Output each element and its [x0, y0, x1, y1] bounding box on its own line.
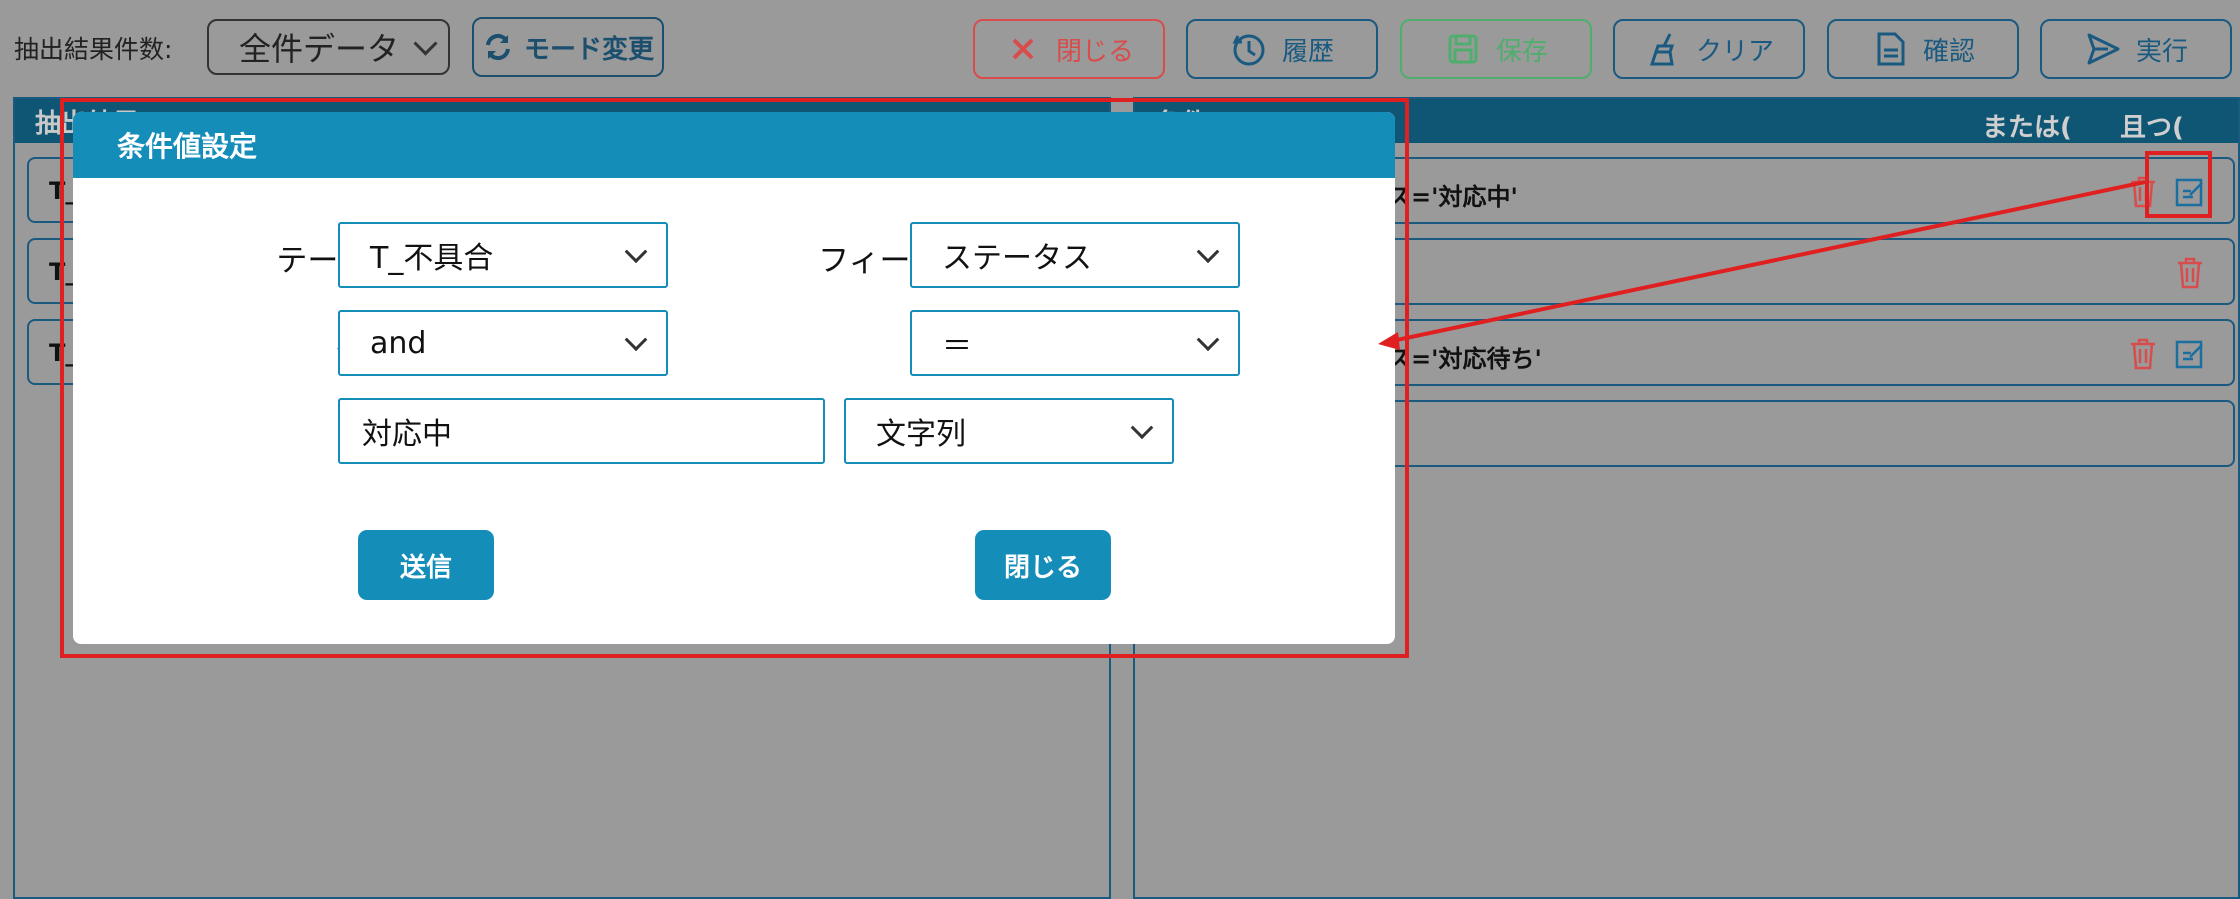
send-button[interactable]: 送信	[358, 530, 494, 600]
broom-icon	[1649, 33, 1675, 66]
history-button[interactable]: 履歴	[1186, 19, 1378, 79]
process-select[interactable]: and	[338, 310, 668, 376]
extract-count-select[interactable]: 全件データ	[207, 19, 450, 75]
save-button-label: 保存	[1495, 36, 1548, 67]
condition-text: ス='対応待ち'	[1387, 345, 1542, 373]
chevron-down-icon	[413, 31, 438, 56]
document-icon	[1877, 32, 1905, 66]
extract-count-value: 全件データ	[239, 30, 400, 68]
field-select[interactable]: ステータス	[910, 222, 1240, 288]
chevron-down-icon	[624, 240, 648, 264]
close-button-label: 閉じる	[1055, 36, 1134, 67]
chevron-down-icon	[1196, 240, 1220, 264]
mode-change-label: モード変更	[523, 34, 654, 65]
chevron-down-icon	[1130, 416, 1154, 440]
close-button[interactable]: 閉じる	[973, 19, 1165, 79]
trash-icon[interactable]	[2174, 256, 2206, 290]
confirm-button-label: 確認	[1922, 36, 1975, 67]
table-select[interactable]: T_不具合	[338, 222, 668, 288]
run-button-label: 実行	[2135, 36, 2188, 67]
table-select-value: T_不具合	[370, 241, 494, 276]
process-select-value: and	[370, 325, 427, 361]
or-open-option[interactable]: または(	[1982, 107, 2072, 144]
clear-button-label: クリア	[1695, 36, 1774, 67]
value-input[interactable]: 対応中	[338, 398, 825, 464]
compare-select-value: ＝	[942, 329, 972, 364]
value-type-select-value: 文字列	[876, 417, 966, 452]
chevron-down-icon	[1196, 328, 1220, 352]
value-input-text: 対応中	[362, 417, 452, 452]
dialog-title: 条件値設定	[117, 130, 258, 163]
chevron-down-icon	[624, 328, 648, 352]
save-button[interactable]: 保存	[1400, 19, 1592, 79]
run-button[interactable]: 実行	[2040, 19, 2232, 79]
close-icon	[1012, 38, 1034, 60]
dialog-header: 条件値設定	[73, 112, 1395, 178]
send-icon	[2087, 33, 2120, 65]
value-type-select[interactable]: 文字列	[844, 398, 1174, 464]
refresh-icon	[485, 33, 510, 61]
field-select-value: ステータス	[942, 241, 1092, 276]
extract-count-label: 抽出結果件数:	[14, 35, 173, 64]
edit-icon[interactable]	[2174, 337, 2206, 371]
dialog-close-button[interactable]: 閉じる	[975, 530, 1111, 600]
trash-icon[interactable]	[2127, 337, 2159, 371]
edit-icon-highlight	[2145, 151, 2212, 218]
confirm-button[interactable]: 確認	[1827, 19, 2019, 79]
condition-value-dialog: 条件値設定 テーブル: T_不具合 フィールド: ステータス 処理: and 比…	[73, 112, 1395, 644]
history-icon	[1232, 34, 1265, 66]
history-button-label: 履歴	[1281, 36, 1334, 67]
and-open-option[interactable]: 且つ(	[2120, 107, 2184, 144]
save-icon	[1448, 34, 1478, 64]
clear-button[interactable]: クリア	[1613, 19, 1805, 79]
compare-select[interactable]: ＝	[910, 310, 1240, 376]
mode-change-button[interactable]: モード変更	[472, 17, 664, 77]
